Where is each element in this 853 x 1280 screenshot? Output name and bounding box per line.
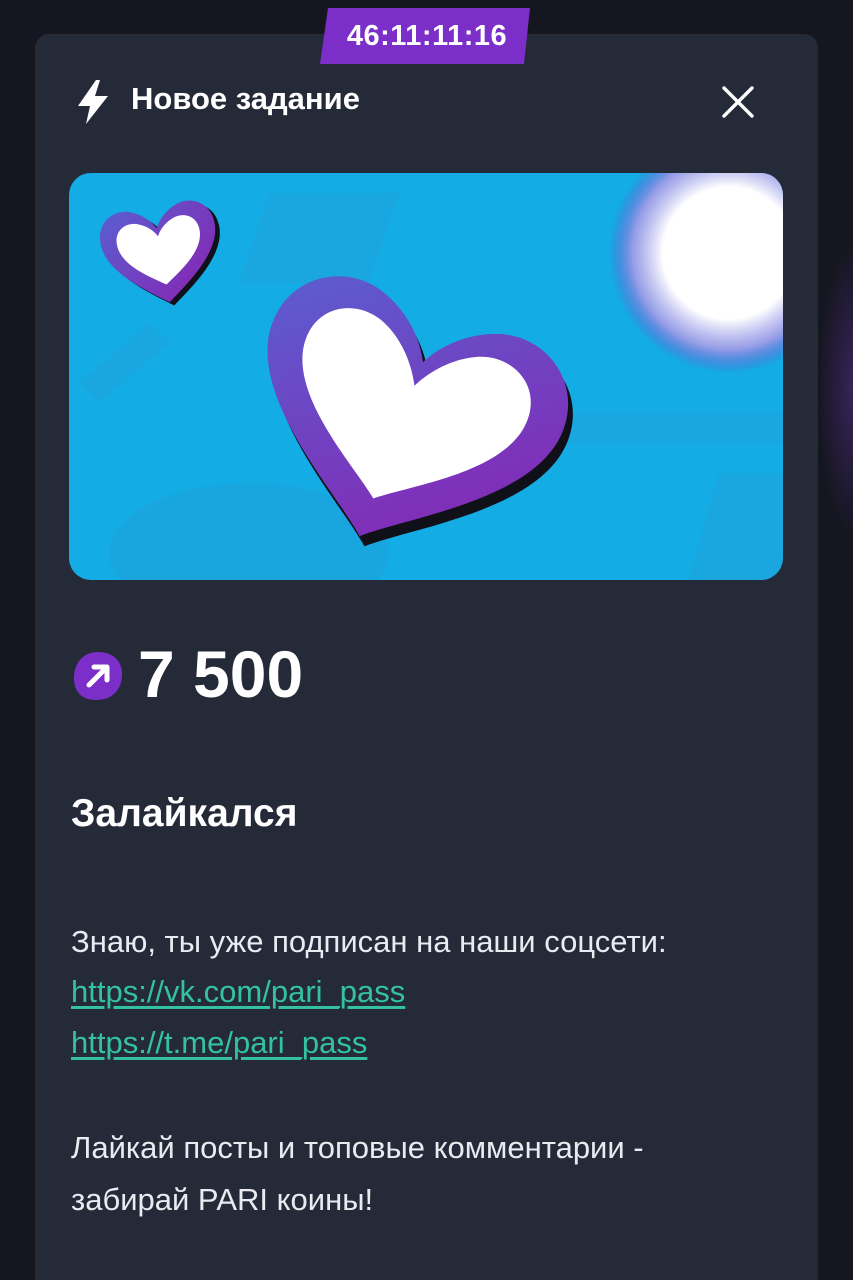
modal-header: Новое задание	[70, 72, 790, 132]
lightning-bolt-icon	[78, 80, 108, 124]
task-title: Залайкался	[71, 792, 298, 835]
task-banner-image	[69, 173, 783, 580]
reward-amount: 7 500	[138, 637, 304, 711]
task-body-line-1: Лайкай посты и топовые комментарии -	[71, 1130, 644, 1165]
task-intro-text: Знаю, ты уже подписан на наши соцсети:	[71, 924, 667, 959]
task-body-line-2: забирай PARI коины!	[71, 1182, 374, 1217]
modal-title: Новое задание	[131, 81, 360, 116]
timer-value: 46:11:11:16	[346, 20, 508, 52]
task-screen: 46:11:11:16 Новое задание 7 500 Залайкал…	[0, 0, 853, 1280]
hearts-illustration	[69, 173, 783, 580]
close-icon[interactable]	[718, 82, 758, 122]
telegram-link[interactable]: https://t.me/pari_pass	[71, 1023, 367, 1063]
countdown-timer: 46:11:11:16	[320, 8, 534, 64]
edge-glow	[817, 240, 853, 540]
vk-link[interactable]: https://vk.com/pari_pass	[71, 972, 405, 1012]
pari-coin-icon	[74, 652, 122, 700]
